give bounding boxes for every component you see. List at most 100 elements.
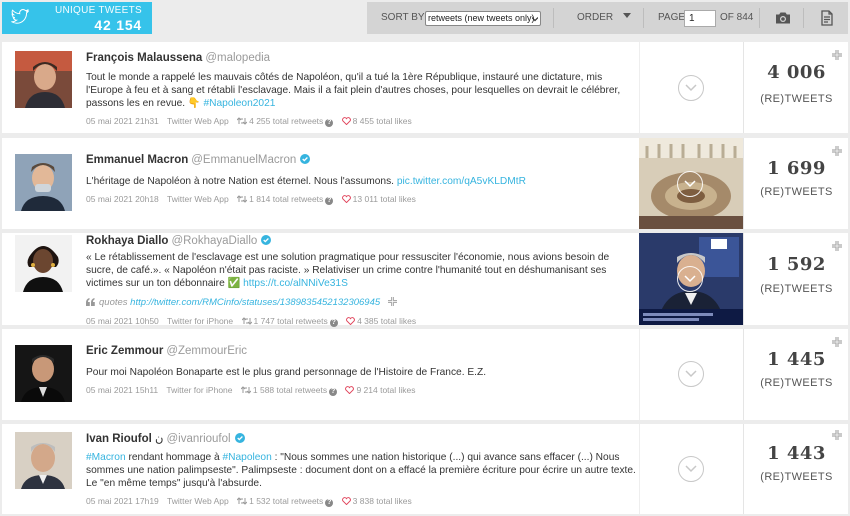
heart-icon (341, 195, 351, 203)
sort-label: SORT BY (381, 12, 425, 23)
document-icon[interactable] (819, 10, 835, 26)
like-count: 4 385 total likes (357, 316, 417, 326)
help-icon[interactable]: ? (325, 119, 334, 127)
author-name[interactable]: Ivan Rioufol (86, 433, 152, 445)
author-name[interactable]: François Malaussena (86, 52, 202, 64)
tweet-source: Twitter Web App (167, 116, 229, 126)
collapse-icon[interactable] (832, 337, 842, 347)
author-handle[interactable]: @ZemmourEric (166, 345, 247, 357)
collapse-icon[interactable] (832, 241, 842, 251)
chevron-down-icon (685, 465, 697, 473)
tweet-text: #Macron rendant hommage à #Napoleon : "N… (86, 451, 636, 490)
tweet-source: Twitter for iPhone (167, 316, 234, 326)
media-thumbnail[interactable] (639, 233, 743, 325)
retweet-unit: (RE)TWEETS (760, 93, 833, 105)
expand-chevron-button[interactable] (677, 266, 703, 292)
retweet-total: 1 592 (767, 254, 826, 275)
tweet-row: Eric Zemmour @ZemmourEric Pour moi Napolé… (2, 329, 848, 420)
tweet-meta: 05 mai 2021 17h19 Twitter Web App 1 532 … (86, 496, 418, 507)
count-box: 1 443 (RE)TWEETS (743, 424, 848, 514)
tweet-meta: 05 mai 2021 10h50 Twitter for iPhone 1 7… (86, 316, 422, 327)
retweet-unit: (RE)TWEETS (760, 283, 833, 295)
chevron-down-icon (684, 275, 696, 283)
author-name[interactable]: Emmanuel Macron (86, 154, 188, 166)
author-name[interactable]: Eric Zemmour (86, 345, 163, 357)
retweet-count: 1 814 total retweets (249, 194, 324, 204)
tweet-date: 05 mai 2021 15h11 (86, 385, 159, 395)
like-count: 9 214 total likes (356, 385, 416, 395)
divider (803, 8, 804, 28)
tweet-text: L'héritage de Napoléon à notre Nation es… (86, 175, 636, 188)
author-handle[interactable]: @malopedia (205, 52, 270, 64)
author-name-suffix: ن (155, 433, 164, 445)
avatar (15, 154, 72, 211)
expand-icon[interactable] (387, 297, 397, 306)
avatar (15, 432, 72, 489)
tweet-meta: 05 mai 2021 20h18 Twitter Web App 1 814 … (86, 194, 422, 205)
tweet-row: Ivan Rioufol ن @ivanrioufol #Macron renda… (2, 424, 848, 514)
collapse-icon[interactable] (832, 146, 842, 156)
tweet-text: Pour moi Napoléon Bonaparte est le plus … (86, 366, 636, 379)
count-box: 4 006 (RE)TWEETS (743, 42, 848, 133)
author-handle[interactable]: @RokhayaDiallo (171, 235, 257, 247)
tweet-row: Emmanuel Macron @EmmanuelMacron L'héritag… (2, 138, 848, 229)
tweet-date: 05 mai 2021 10h50 (86, 316, 159, 326)
tweet-source: Twitter Web App (167, 194, 229, 204)
retweet-total: 1 443 (767, 443, 826, 464)
quote-icon (86, 298, 95, 306)
order-label: ORDER (577, 12, 614, 23)
verified-badge-icon (261, 235, 272, 245)
quoted-tweet-link[interactable]: http://twitter.com/RMCinfo/statuses/1389… (130, 297, 380, 308)
expand-chevron-button[interactable] (678, 456, 704, 482)
top-bar: UNIQUE TWEETS 42 154 SORT BY retweets (n… (0, 0, 850, 38)
expand-chevron-button[interactable] (678, 75, 704, 101)
help-icon[interactable]: ? (329, 388, 338, 396)
tweet-source: Twitter Web App (167, 496, 229, 506)
brand-label: UNIQUE TWEETS (54, 5, 142, 16)
sort-select[interactable]: retweets (new tweets only) (425, 11, 541, 26)
hashtag-link[interactable]: #Napoleon (222, 452, 271, 463)
tweet-body: L'héritage de Napoléon à notre Nation es… (86, 176, 395, 187)
retweet-total: 1 699 (767, 158, 826, 179)
expand-chevron-button[interactable] (677, 171, 703, 197)
media-cell (639, 424, 743, 514)
twitter-bird-icon (11, 9, 29, 24)
tweet-link[interactable]: https://t.co/alNNiVe31S (243, 278, 348, 289)
brand-count: 42 154 (94, 17, 142, 33)
chevron-down-icon (685, 84, 697, 92)
retweet-unit: (RE)TWEETS (760, 186, 833, 198)
author-name[interactable]: Rokhaya Diallo (86, 235, 168, 247)
hashtag-link[interactable]: #Macron (86, 452, 126, 463)
verified-badge-icon (234, 433, 245, 443)
heart-icon (345, 386, 355, 394)
retweet-count: 1 588 total retweets (252, 385, 328, 395)
author-handle[interactable]: @EmmanuelMacron (191, 154, 296, 166)
verified-badge-icon (300, 154, 311, 164)
retweet-total: 1 445 (767, 349, 826, 370)
help-icon[interactable]: ? (325, 197, 334, 205)
author-handle[interactable]: @ivanrioufol (166, 433, 230, 445)
help-icon[interactable]: ? (329, 319, 338, 327)
tweet-text: Tout le monde a rappelé les mauvais côté… (86, 71, 636, 110)
tweet-row: Rokhaya Diallo @RokhayaDiallo « Le rétabl… (2, 233, 848, 327)
expand-chevron-button[interactable] (678, 361, 704, 387)
heart-icon (346, 317, 355, 325)
order-button[interactable]: ORDER (577, 2, 631, 34)
page-input[interactable]: 1 (684, 10, 716, 27)
collapse-icon[interactable] (832, 50, 842, 60)
retweet-unit: (RE)TWEETS (760, 377, 833, 389)
collapse-icon[interactable] (832, 430, 842, 440)
media-thumbnail[interactable] (639, 138, 743, 229)
retweet-icon (237, 117, 248, 125)
tweet-header: Emmanuel Macron @EmmanuelMacron (86, 154, 311, 166)
camera-icon[interactable] (775, 10, 791, 26)
avatar (15, 51, 72, 108)
hashtag-link[interactable]: #Napoleon2021 (203, 98, 275, 109)
tweet-body: Pour moi Napoléon Bonaparte est le plus … (86, 367, 487, 378)
tweet-header: Ivan Rioufol ن @ivanrioufol (86, 431, 245, 445)
toolbar: SORT BY retweets (new tweets only) ORDER… (367, 2, 848, 34)
retweet-count: 4 255 total retweets (249, 116, 324, 126)
help-icon[interactable]: ? (325, 499, 334, 507)
tweet-source: Twitter for iPhone (166, 385, 233, 395)
media-link[interactable]: pic.twitter.com/qA5vKLDMtR (397, 176, 526, 187)
